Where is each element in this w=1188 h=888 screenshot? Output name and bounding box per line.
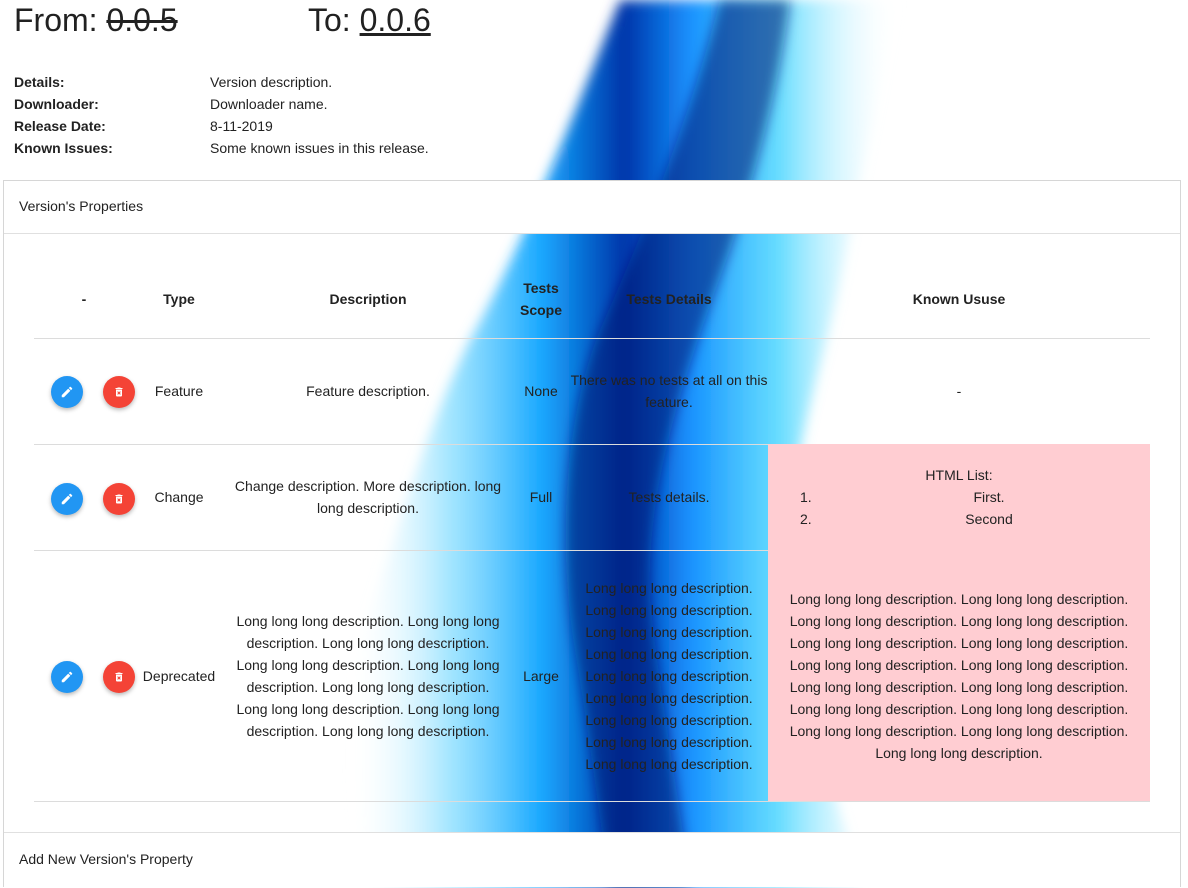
details-label: Details: <box>14 74 65 90</box>
list-item-text: Second <box>965 511 1013 527</box>
list-item-text: First. <box>973 489 1005 505</box>
row-description: Change description. More description. lo… <box>234 478 502 516</box>
header-actions: - <box>81 291 87 307</box>
trash-icon <box>115 672 123 682</box>
from-version-value: 0.0.5 <box>106 2 178 38</box>
card-footer: Add New Version's Property <box>4 832 1180 887</box>
row-tests-details: Tests details. <box>628 489 710 505</box>
version-header: From: 0.0.5 To: 0.0.6 <box>14 0 614 40</box>
list-item: 1. First. <box>768 486 1150 508</box>
list-item-number: 2. <box>800 511 812 527</box>
row-tests-scope: Full <box>529 489 553 505</box>
card-header: Version's Properties <box>4 181 1180 234</box>
row-type: Change <box>154 489 204 505</box>
known-issues-label: Known Issues: <box>14 140 113 156</box>
properties-table: - Type Description Tests Scope Tests Det… <box>34 234 1150 831</box>
release-date-row: Release Date: 8-11-2019 <box>14 115 614 137</box>
row-tests-scope: Large <box>523 667 559 684</box>
add-property-button[interactable]: Add New Version's Property <box>19 851 193 867</box>
row-tests-details: Long long long description. Long long lo… <box>585 579 753 772</box>
delete-button[interactable] <box>103 376 135 408</box>
row-known-issue: HTML List: 1. First. 2. Second <box>768 444 1150 550</box>
version-properties-card: Version's Properties - Type Description … <box>3 180 1181 887</box>
row-tests-details: There was no tests at all on this featur… <box>570 372 768 410</box>
row-description: Feature description. <box>306 383 430 399</box>
known-issues-value: Some known issues in this release. <box>210 140 429 156</box>
version-details: Details: Version description. Downloader… <box>14 71 614 159</box>
to-version-value[interactable]: 0.0.6 <box>360 2 431 38</box>
details-value: Version description. <box>210 74 333 90</box>
delete-button[interactable] <box>103 483 135 515</box>
trash-icon <box>115 494 123 504</box>
to-version: To: 0.0.6 <box>308 0 431 40</box>
page: From: 0.0.5 To: 0.0.6 Details: Version d… <box>0 0 1188 888</box>
release-date-label: Release Date: <box>14 118 106 134</box>
header-type: Type <box>163 291 195 307</box>
row-known-issue: Long long long description. Long long lo… <box>789 590 1129 761</box>
to-label: To: <box>308 2 351 38</box>
html-list: 1. First. 2. Second <box>768 486 1150 530</box>
known-issues-row: Known Issues: Some known issues in this … <box>14 137 614 159</box>
row-known-issue: - <box>956 383 962 399</box>
list-item: 2. Second <box>768 508 1150 530</box>
pencil-icon <box>61 386 73 398</box>
details-row: Details: Version description. <box>14 71 614 93</box>
row-tests-scope: None <box>524 383 558 399</box>
row-divider <box>34 801 1150 802</box>
row-type: Deprecated <box>142 667 216 684</box>
release-date-value: 8-11-2019 <box>210 118 273 134</box>
html-list-title: HTML List: <box>925 467 993 483</box>
header-known-issue: Known Ususe <box>912 291 1006 307</box>
row-description: Long long long description. Long long lo… <box>236 612 500 739</box>
downloader-label: Downloader: <box>14 96 99 112</box>
header-description: Description <box>329 291 407 307</box>
list-item-number: 1. <box>800 489 812 505</box>
downloader-value: Downloader name. <box>210 96 328 112</box>
edit-button[interactable] <box>51 376 83 408</box>
pencil-icon <box>61 671 73 683</box>
delete-button[interactable] <box>103 661 135 693</box>
card-title: Version's Properties <box>19 198 144 214</box>
edit-button[interactable] <box>51 661 83 693</box>
header-tests-details: Tests Details <box>626 291 712 307</box>
trash-icon <box>115 387 123 397</box>
row-type: Feature <box>154 383 204 399</box>
header-tests-scope: Tests Scope <box>519 280 562 318</box>
downloader-row: Downloader: Downloader name. <box>14 93 614 115</box>
edit-button[interactable] <box>51 483 83 515</box>
from-label: From: <box>14 2 98 38</box>
pencil-icon <box>61 493 73 505</box>
from-version: From: 0.0.5 <box>14 0 178 40</box>
